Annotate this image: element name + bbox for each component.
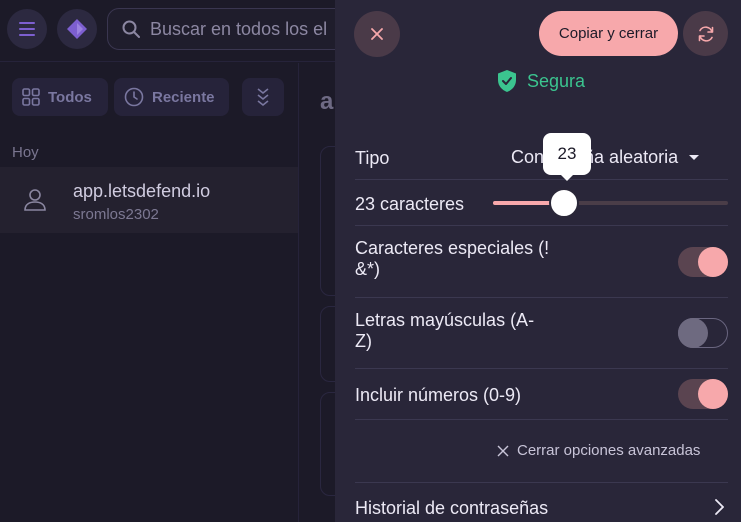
close-advanced-options-button[interactable]: Cerrar opciones avanzadas [497, 442, 700, 459]
password-strength: Segura [497, 69, 585, 93]
password-history-link[interactable]: Historial de contraseñas [355, 482, 728, 522]
regenerate-button[interactable] [683, 11, 728, 56]
uppercase-row: Letras mayúsculas (A- Z) [355, 298, 728, 369]
filter-recent-label: Reciente [152, 88, 215, 106]
numbers-row: Incluir números (0-9) [355, 369, 728, 420]
numbers-toggle[interactable] [678, 379, 728, 409]
sidebar: Todos Reciente Hoy app.letsdefend.io sro… [0, 63, 299, 522]
length-tooltip: 23 [543, 133, 591, 181]
strength-label: Segura [527, 70, 586, 91]
diamond-logo-icon [67, 19, 87, 39]
length-row: 23 caracteres [355, 180, 728, 226]
chevron-right-icon [715, 499, 724, 515]
item-subtitle: sromlos2302 [73, 206, 159, 223]
close-advanced-label: Cerrar opciones avanzadas [517, 442, 701, 459]
panel-header: Copiar y cerrar [335, 0, 741, 70]
history-label: Historial de contraseñas [355, 498, 549, 518]
type-label: Tipo [355, 148, 390, 168]
search-icon [122, 20, 140, 38]
chevrons-down-icon [257, 88, 269, 107]
length-slider[interactable] [493, 188, 728, 218]
item-title: app.letsdefend.io [73, 181, 211, 201]
menu-icon [19, 22, 35, 36]
caret-down-icon [689, 154, 700, 160]
vault-logo-button[interactable] [57, 9, 97, 49]
close-icon [497, 445, 509, 456]
search-input[interactable] [150, 18, 350, 40]
refresh-icon [698, 25, 713, 42]
sort-button[interactable] [242, 78, 284, 116]
toggle-knob [678, 318, 708, 348]
filter-recent-button[interactable]: Reciente [114, 78, 229, 116]
clock-icon [124, 87, 144, 107]
uppercase-label: Letras mayúsculas (A- Z) [355, 310, 535, 351]
close-button[interactable] [354, 11, 400, 57]
uppercase-toggle[interactable] [678, 318, 728, 348]
length-label: 23 caracteres [355, 194, 465, 214]
type-select[interactable]: Contraseña aleatoria [511, 147, 700, 168]
main-title: a [320, 88, 334, 115]
grid-icon [22, 88, 40, 106]
special-chars-row: Caracteres especiales (! &*) [355, 226, 728, 298]
numbers-label: Incluir números (0-9) [355, 385, 522, 405]
user-icon [24, 189, 46, 211]
copy-and-close-button[interactable]: Copiar y cerrar [539, 11, 678, 56]
type-value: Contraseña aleatoria [511, 147, 679, 167]
shield-check-icon [498, 70, 516, 92]
list-item[interactable]: app.letsdefend.io sromlos2302 [0, 167, 298, 233]
password-generator-panel: Copiar y cerrar Segura Tipo Contraseña a… [335, 0, 741, 522]
special-chars-toggle[interactable] [678, 247, 728, 277]
length-slider-thumb[interactable] [548, 188, 579, 218]
filter-all-label: Todos [48, 88, 92, 106]
toggle-knob [698, 247, 728, 277]
special-chars-label: Caracteres especiales (! &*) [355, 238, 550, 279]
close-icon [371, 28, 383, 40]
filter-all-button[interactable]: Todos [12, 78, 108, 116]
toggle-knob [698, 379, 728, 409]
menu-button[interactable] [7, 9, 47, 49]
section-header-today: Hoy [12, 144, 39, 161]
